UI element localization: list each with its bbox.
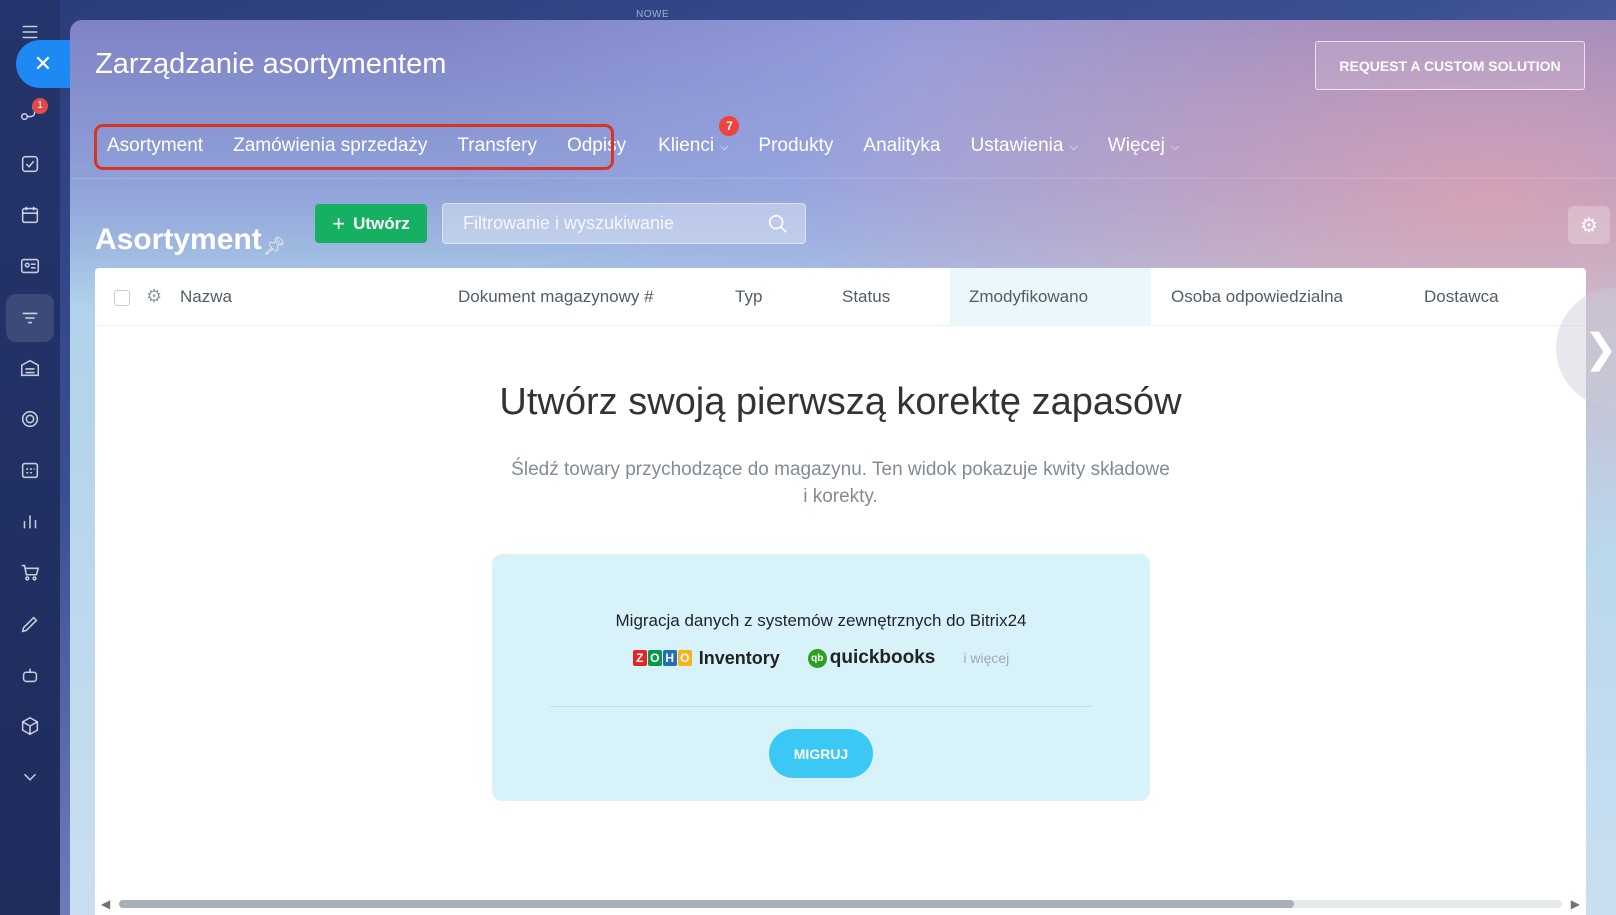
- column-nazwa[interactable]: Nazwa: [180, 268, 232, 326]
- klienci-badge: 7: [719, 116, 740, 136]
- column-dokument[interactable]: Dokument magazynowy #: [458, 268, 654, 326]
- divider: [70, 178, 1616, 179]
- zoho-inventory-logo: ZOHO Inventory: [632, 648, 780, 669]
- more-systems-label: i więcej: [963, 650, 1010, 666]
- pin-icon[interactable]: 📌︎: [263, 236, 286, 257]
- search-input[interactable]: [443, 204, 805, 243]
- tab-ustawienia[interactable]: Ustawienia ⌵: [956, 123, 1093, 169]
- select-all-checkbox[interactable]: [114, 290, 130, 306]
- tab-transfery[interactable]: Transfery: [442, 123, 552, 169]
- filter-icon[interactable]: [6, 294, 54, 342]
- chevron-down-icon: ⌵: [1170, 141, 1180, 153]
- settings-gear-button[interactable]: ⚙: [1568, 206, 1610, 244]
- tab-odpisy[interactable]: Odpisy: [552, 123, 641, 169]
- search-icon[interactable]: [767, 213, 789, 235]
- calendar-icon[interactable]: [16, 201, 44, 229]
- grid-card: ⚙ Nazwa Dokument magazynowy # Typ Status…: [95, 268, 1586, 915]
- new-label: NOWE: [636, 9, 670, 20]
- inventory-panel: Zarządzanie asortymentem REQUEST A CUSTO…: [70, 20, 1616, 915]
- divider: [550, 706, 1092, 707]
- migration-box: Migracja danych z systemów zewnętrznych …: [492, 554, 1150, 801]
- quickbooks-icon: qb: [807, 648, 827, 668]
- tab-analityka[interactable]: Analityka: [848, 123, 955, 169]
- horizontal-scrollbar[interactable]: ◀ ▶: [99, 897, 1582, 911]
- migration-logos: ZOHO Inventory qb quickbooks i więcej: [492, 647, 1150, 669]
- scrollbar-thumb[interactable]: [119, 900, 1294, 908]
- panel-title: Zarządzanie asortymentem: [95, 48, 447, 80]
- top-tabs: Asortyment Zamówienia sprzedaży Transfer…: [95, 116, 1194, 169]
- plus-icon: +: [332, 210, 346, 236]
- schedule-icon[interactable]: [16, 456, 44, 484]
- chart-icon[interactable]: [16, 507, 44, 535]
- search-box: [442, 203, 806, 244]
- column-typ[interactable]: Typ: [735, 268, 762, 326]
- grid-header: ⚙ Nazwa Dokument magazynowy # Typ Status…: [95, 268, 1586, 326]
- chevron-right-icon: ❯: [1584, 327, 1616, 371]
- chevron-down-icon: ⌵: [1069, 141, 1078, 153]
- warehouse-icon[interactable]: [16, 354, 44, 382]
- column-zmodyfikowano[interactable]: Zmodyfikowano: [950, 268, 1151, 326]
- request-custom-solution-button[interactable]: REQUEST A CUSTOM SOLUTION: [1315, 41, 1585, 90]
- tasks-icon[interactable]: [16, 150, 44, 178]
- page-title: Asortyment: [95, 223, 262, 256]
- left-rail: 1: [0, 0, 60, 915]
- close-icon: ✕: [33, 51, 53, 76]
- tab-wiecej[interactable]: Więcej ⌵: [1093, 123, 1194, 169]
- migration-title: Migracja danych z systemów zewnętrznych …: [615, 611, 1027, 630]
- create-button[interactable]: + Utwórz: [315, 204, 427, 243]
- empty-state-title: Utwórz swoją pierwszą korektę zapasów: [499, 381, 1182, 423]
- contacts-icon[interactable]: [16, 252, 44, 280]
- cart-icon[interactable]: [16, 558, 44, 586]
- scroll-left-icon[interactable]: ◀: [101, 897, 110, 911]
- column-settings-icon[interactable]: ⚙: [146, 286, 162, 307]
- chevron-down-icon: ⌵: [720, 141, 729, 153]
- scroll-right-icon[interactable]: ▶: [1571, 897, 1580, 911]
- tab-asortyment[interactable]: Asortyment: [95, 123, 218, 169]
- column-osoba-odpowiedzialna[interactable]: Osoba odpowiedzialna: [1171, 268, 1343, 326]
- close-panel-button[interactable]: ✕: [16, 40, 70, 88]
- rail-notification-badge: 1: [32, 98, 48, 114]
- column-dostawca[interactable]: Dostawca: [1424, 268, 1499, 326]
- column-status[interactable]: Status: [842, 268, 890, 326]
- tab-zamowienia-sprzedazy[interactable]: Zamówienia sprzedaży: [218, 123, 442, 169]
- tab-klienci[interactable]: Klienci ⌵ 7: [643, 116, 743, 169]
- pen-icon[interactable]: [16, 610, 44, 638]
- chevron-down-icon[interactable]: [16, 763, 44, 791]
- migrate-button[interactable]: MIGRUJ: [769, 729, 873, 778]
- target-icon[interactable]: [16, 405, 44, 433]
- cube-icon[interactable]: [16, 712, 44, 740]
- tab-produkty[interactable]: Produkty: [743, 123, 848, 169]
- empty-state-description: Śledź towary przychodzące do magazynu. T…: [511, 459, 1170, 507]
- quickbooks-logo: qb quickbooks: [807, 647, 935, 669]
- gear-icon: ⚙: [1580, 214, 1598, 237]
- robot-icon[interactable]: [16, 661, 44, 689]
